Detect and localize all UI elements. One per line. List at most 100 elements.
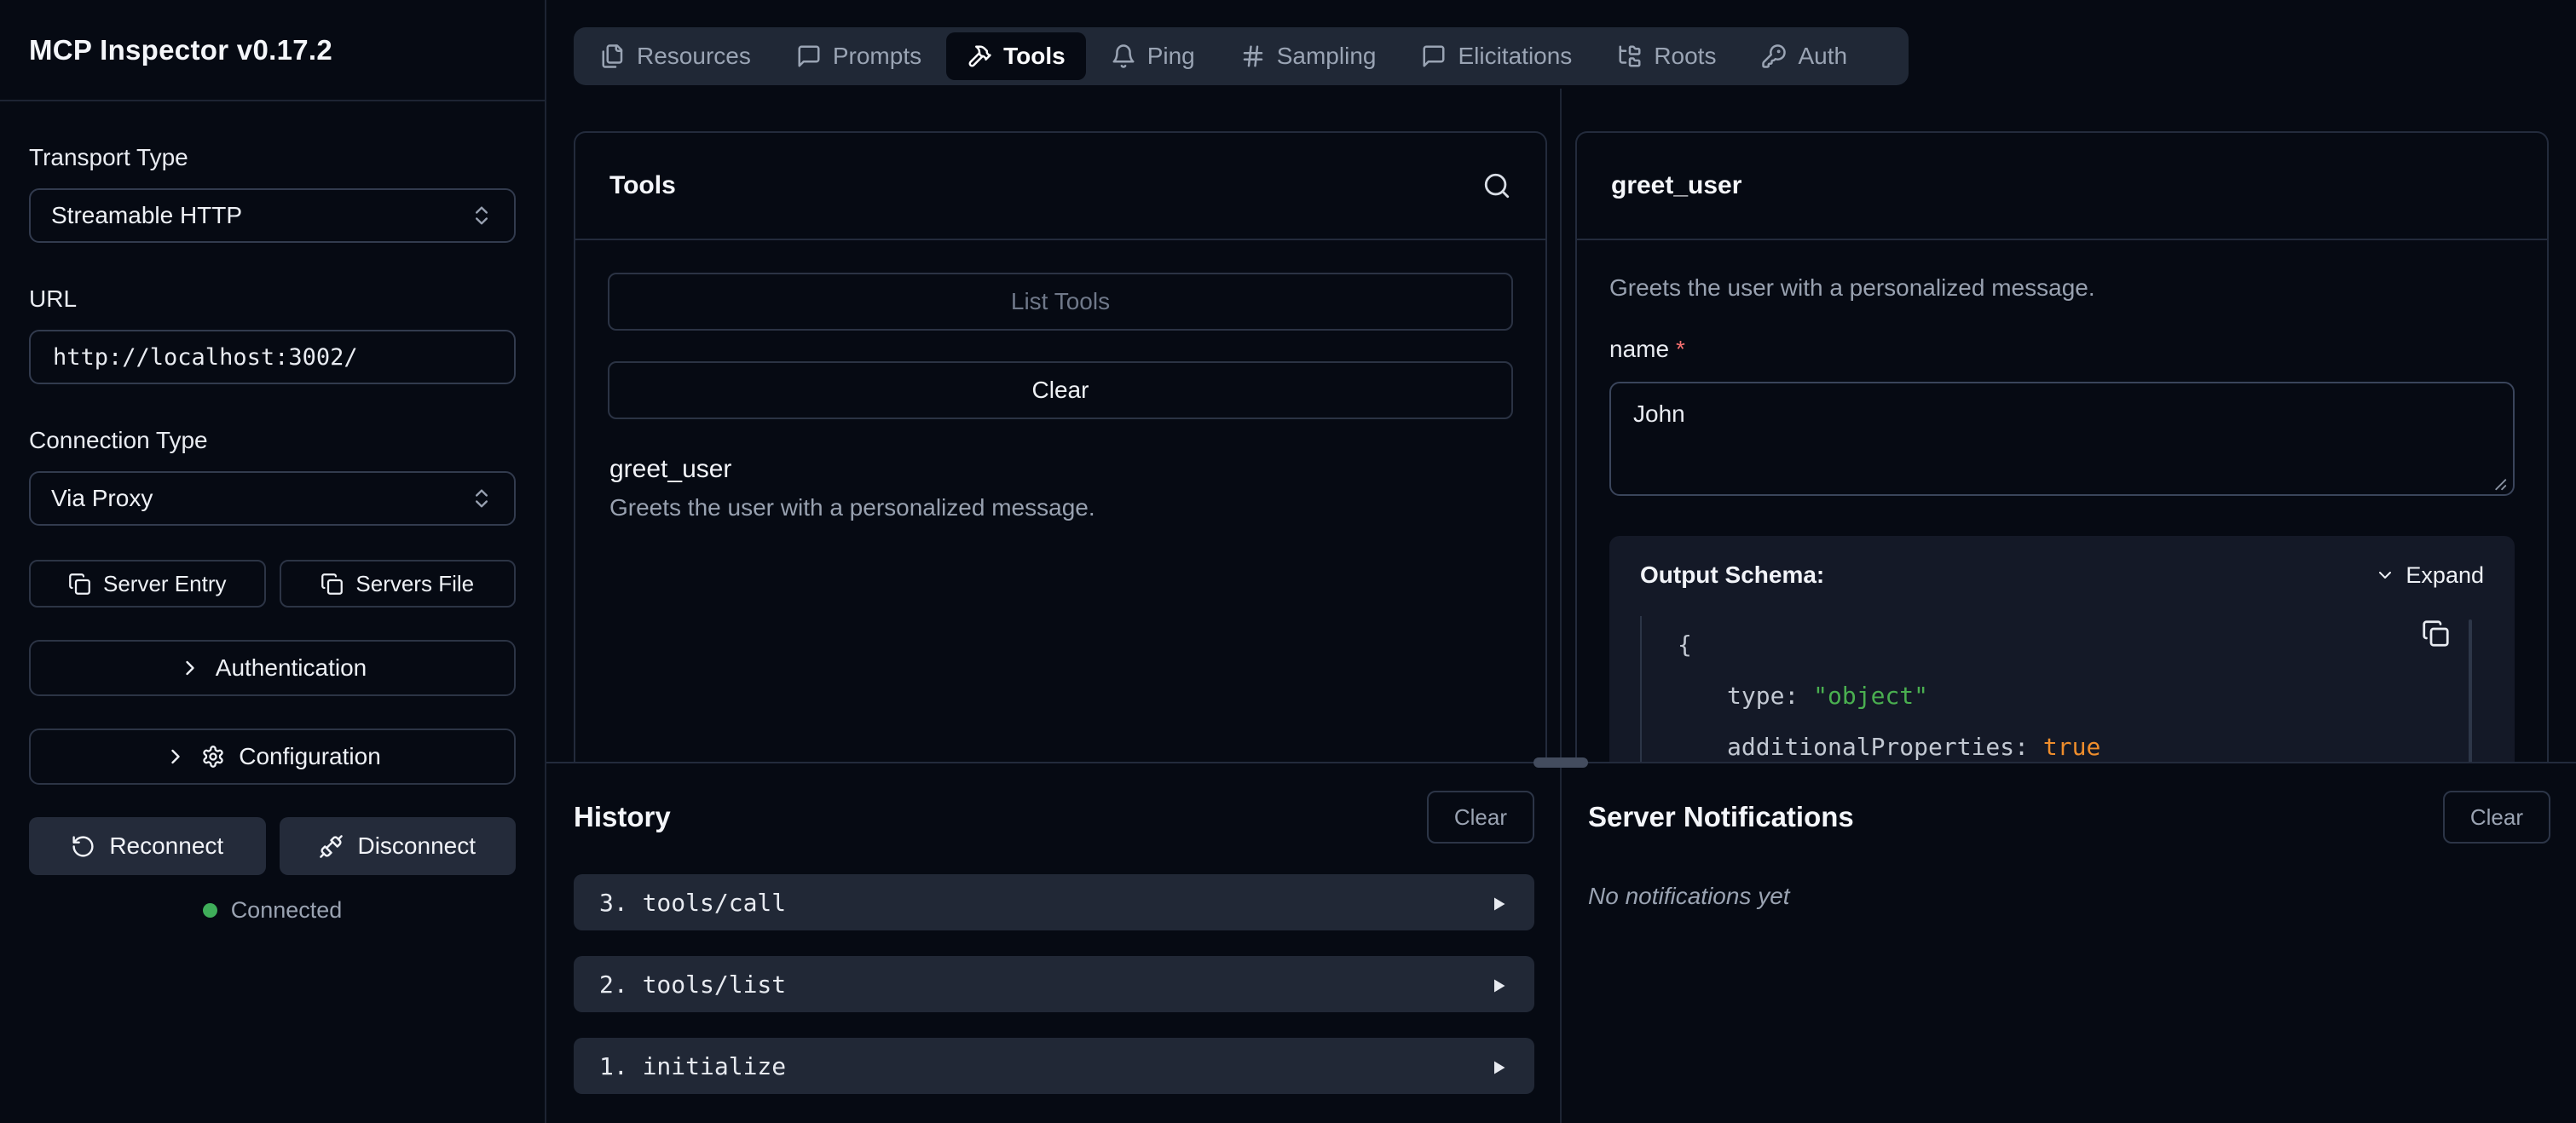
message-square-icon	[1421, 43, 1447, 69]
schema-scrollbar[interactable]	[2469, 619, 2472, 762]
connection-type-label: Connection Type	[29, 427, 516, 454]
history-item-label: 1. initialize	[599, 1052, 786, 1080]
hammer-icon	[967, 43, 992, 69]
tab-ping[interactable]: Ping	[1090, 32, 1216, 80]
play-icon	[1488, 974, 1509, 994]
vertical-panel-divider[interactable]	[1560, 89, 1562, 1123]
tab-label: Resources	[637, 43, 751, 70]
connection-status: Connected	[29, 897, 516, 924]
tab-roots[interactable]: Roots	[1597, 32, 1736, 80]
tool-list-item[interactable]: greet_user Greets the user with a person…	[608, 455, 1513, 521]
tab-label: Sampling	[1277, 43, 1377, 70]
app-window: MCP Inspector v0.17.2 Transport Type Str…	[0, 0, 2576, 1123]
detail-panel-body: Greets the user with a personalized mess…	[1577, 240, 2547, 762]
clear-history-button[interactable]: Clear	[1427, 791, 1534, 844]
code-line: additionalProperties: true	[1678, 722, 2484, 762]
sidebar: MCP Inspector v0.17.2 Transport Type Str…	[0, 0, 546, 1123]
copy-icon	[321, 573, 344, 596]
tool-name: greet_user	[609, 455, 1511, 484]
name-field-wrap: John	[1609, 382, 2515, 500]
tools-panel: Tools List Tools Clear greet_user Greets…	[574, 131, 1547, 762]
bell-icon	[1111, 43, 1136, 69]
tools-panel-body: List Tools Clear greet_user Greets the u…	[575, 240, 1545, 554]
hash-icon	[1240, 43, 1266, 69]
sidebar-header: MCP Inspector v0.17.2	[0, 0, 545, 101]
reconnect-button[interactable]: Reconnect	[29, 817, 266, 875]
required-marker: *	[1676, 336, 1685, 362]
chevron-right-icon	[178, 656, 202, 680]
history-item[interactable]: 3. tools/call	[574, 874, 1534, 930]
tab-auth[interactable]: Auth	[1741, 32, 1868, 80]
tab-label: Elicitations	[1458, 43, 1572, 70]
history-item[interactable]: 1. initialize	[574, 1038, 1534, 1094]
code-line: type: "object"	[1678, 671, 2484, 722]
folder-tree-icon	[1617, 43, 1643, 69]
play-icon	[1488, 892, 1509, 913]
tool-detail-panel: greet_user Greets the user with a person…	[1575, 131, 2549, 762]
schema-code-block: { type: "object" additionalProperties: t…	[1640, 616, 2484, 762]
authentication-expander[interactable]: Authentication	[29, 640, 516, 696]
gear-icon	[201, 745, 225, 769]
configuration-expander[interactable]: Configuration	[29, 729, 516, 785]
tab-tools[interactable]: Tools	[946, 32, 1086, 80]
divider-grip-handle[interactable]	[1533, 757, 1588, 768]
list-tools-button[interactable]: List Tools	[608, 273, 1513, 331]
authentication-label: Authentication	[216, 654, 367, 682]
status-dot	[203, 903, 217, 918]
server-entry-button[interactable]: Server Entry	[29, 560, 266, 608]
output-schema-card: Output Schema: Expand { type: "object" a…	[1609, 536, 2515, 762]
detail-panel-title: greet_user	[1611, 171, 1741, 200]
servers-file-label: Servers File	[355, 571, 474, 597]
sidebar-body: Transport Type Streamable HTTP URL Conne…	[0, 101, 545, 924]
json-boolean-value: true	[2043, 733, 2100, 761]
chevrons-up-down-icon	[470, 487, 494, 510]
clear-tools-button[interactable]: Clear	[608, 361, 1513, 419]
chevron-down-icon	[2375, 565, 2395, 585]
json-string-value: "object"	[1813, 682, 1928, 710]
output-schema-label: Output Schema:	[1640, 562, 1824, 589]
tools-panel-header: Tools	[575, 133, 1545, 240]
chevron-right-icon	[164, 745, 188, 769]
search-icon[interactable]	[1482, 171, 1511, 200]
server-notifications-section: Server Notifications Clear No notificati…	[1588, 791, 2550, 910]
detail-panel-header: greet_user	[1577, 133, 2547, 240]
clear-notifications-button[interactable]: Clear	[2443, 791, 2550, 844]
code-line: {	[1678, 619, 2484, 671]
servers-file-button[interactable]: Servers File	[280, 560, 517, 608]
history-header: History Clear	[574, 791, 1534, 844]
output-schema-header: Output Schema: Expand	[1640, 562, 2484, 589]
files-icon	[600, 43, 626, 69]
name-field-label: name*	[1609, 336, 2515, 363]
copy-icon	[68, 573, 91, 596]
url-label: URL	[29, 285, 516, 313]
history-item-label: 2. tools/list	[599, 970, 786, 999]
tool-description: Greets the user with a personalized mess…	[609, 494, 1511, 521]
expand-schema-button[interactable]: Expand	[2375, 562, 2484, 589]
copy-icon	[2422, 619, 2450, 648]
resize-handle-icon[interactable]	[2489, 473, 2508, 492]
history-item-label: 3. tools/call	[599, 889, 786, 917]
history-item[interactable]: 2. tools/list	[574, 956, 1534, 1012]
tab-elicitations[interactable]: Elicitations	[1401, 32, 1592, 80]
expand-label: Expand	[2406, 562, 2484, 589]
history-section: History Clear 3. tools/call 2. tools/lis…	[574, 791, 1534, 1094]
connection-type-value: Via Proxy	[51, 485, 153, 512]
disconnect-button[interactable]: Disconnect	[280, 817, 517, 875]
url-input[interactable]	[29, 330, 516, 384]
configuration-label: Configuration	[239, 743, 381, 770]
history-title: History	[574, 801, 671, 833]
tab-resources[interactable]: Resources	[580, 32, 771, 80]
play-icon	[1488, 1056, 1509, 1076]
name-field[interactable]: John	[1609, 382, 2515, 496]
copy-schema-button[interactable]	[2422, 619, 2450, 648]
main-tabbar: Resources Prompts Tools Ping Sampling El…	[574, 27, 1909, 85]
tab-label: Auth	[1798, 43, 1847, 70]
tab-prompts[interactable]: Prompts	[776, 32, 942, 80]
disconnect-label: Disconnect	[357, 832, 476, 860]
tab-sampling[interactable]: Sampling	[1220, 32, 1397, 80]
tab-label: Roots	[1654, 43, 1716, 70]
transport-type-select[interactable]: Streamable HTTP	[29, 188, 516, 243]
tab-label: Tools	[1003, 43, 1066, 70]
tools-panel-title: Tools	[609, 171, 676, 200]
connection-type-select[interactable]: Via Proxy	[29, 471, 516, 526]
